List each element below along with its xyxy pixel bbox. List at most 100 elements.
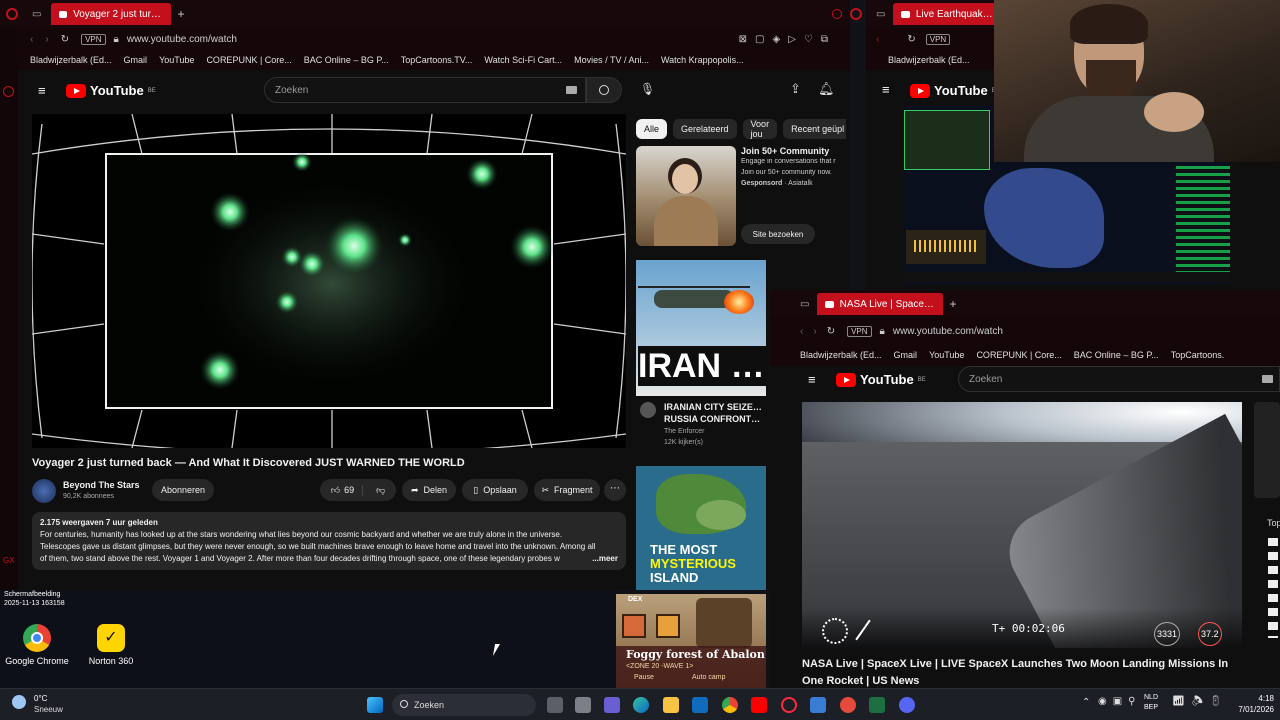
- channel-avatar[interactable]: [32, 479, 56, 503]
- more-actions-icon[interactable]: ⋯: [604, 479, 626, 501]
- task-view-icon[interactable]: [547, 697, 563, 713]
- keyboard-icon[interactable]: [1262, 375, 1273, 383]
- url-text[interactable]: www.youtube.com/watch: [127, 34, 237, 45]
- bookmark-item[interactable]: Watch Sci-Fi Cart...: [484, 55, 562, 65]
- desktop-icon-chrome[interactable]: Google Chrome: [2, 624, 72, 666]
- channel-name[interactable]: Beyond The Stars: [63, 480, 140, 490]
- clip-button[interactable]: ✂︎ Fragment: [534, 479, 600, 501]
- show-more-link[interactable]: ...meer: [592, 553, 618, 565]
- taskbar-search-input[interactable]: Zoeken: [392, 694, 536, 716]
- bookmark-item[interactable]: Bladwijzerbalk (Ed...: [888, 55, 970, 65]
- screenshot-file-label[interactable]: Schermafbeelding 2025-11-13 163158: [4, 590, 65, 608]
- video-player[interactable]: [32, 114, 626, 448]
- back-icon[interactable]: ‹: [30, 34, 33, 45]
- calculator-icon[interactable]: [575, 697, 591, 713]
- bookmark-item[interactable]: BAC Online – BG P...: [304, 55, 389, 65]
- visit-site-button[interactable]: Site bezoeken: [741, 224, 815, 244]
- edge-icon[interactable]: [633, 697, 649, 713]
- new-tab-plus-icon[interactable]: +: [177, 7, 184, 21]
- bookmark-item[interactable]: YouTube: [929, 350, 964, 360]
- rec-thumbnail-game[interactable]: DEX Foggy forest of Abalon <ZONE 20 -WAV…: [616, 594, 766, 688]
- search-icon[interactable]: [832, 9, 842, 19]
- desktop-icon-norton[interactable]: ✓ Norton 360: [76, 624, 146, 666]
- like-button[interactable]: 👍︎ 69: [323, 484, 364, 496]
- reload-icon[interactable]: ↻: [907, 34, 915, 45]
- ad-thumbnail[interactable]: [636, 146, 736, 246]
- chip-recent[interactable]: Recent geüpl: [783, 119, 846, 139]
- upload-icon[interactable]: ⇪: [790, 81, 801, 97]
- rec-title-line[interactable]: RUSSIA CONFRONTS U: [664, 414, 766, 424]
- calendar-app-icon[interactable]: [810, 697, 826, 713]
- tray-chevron-icon[interactable]: ⌃: [1082, 697, 1090, 708]
- new-tab-plus-icon[interactable]: +: [949, 297, 956, 311]
- share-button[interactable]: ➦ Delen: [402, 479, 456, 501]
- tab-earthquake[interactable]: Live Earthquake Mon: [893, 3, 1004, 25]
- nasa-side-thumbnail[interactable]: [1254, 402, 1280, 498]
- search-input[interactable]: Zoeken: [958, 366, 1280, 392]
- description-box[interactable]: 2.175 weergaven 7 uur geleden For centur…: [32, 512, 626, 570]
- hamburger-menu-icon[interactable]: ≡: [808, 372, 816, 387]
- weather-widget[interactable]: 0°C Sneeuw: [12, 693, 72, 717]
- tab-icon[interactable]: ▭: [876, 9, 885, 20]
- subscribe-button[interactable]: Abonneren: [152, 479, 214, 501]
- bookmark-item[interactable]: Gmail: [894, 350, 918, 360]
- bookmark-item[interactable]: Bladwijzerbalk (Ed...: [800, 350, 882, 360]
- keyboard-icon[interactable]: [566, 86, 577, 94]
- nasa-video-player[interactable]: T+ 00:02:06 3331 37.2: [802, 402, 1242, 648]
- sidebar-gx-icon[interactable]: GX: [3, 556, 15, 565]
- discord-icon[interactable]: [899, 697, 915, 713]
- reload-icon[interactable]: ↻: [827, 326, 835, 337]
- youtube-logo[interactable]: YouTube BE: [836, 372, 926, 387]
- save-button[interactable]: ▯ Opslaan: [462, 479, 528, 501]
- opera-gx-taskbar-icon[interactable]: [781, 697, 797, 713]
- clock[interactable]: 4:18 7/01/2026: [1214, 693, 1274, 715]
- bookmark-item[interactable]: COREPUNK | Core...: [206, 55, 291, 65]
- tray-icons[interactable]: ◉▣⚲: [1098, 696, 1142, 707]
- bookmark-item[interactable]: TopCartoons.: [1171, 350, 1225, 360]
- rec-thumbnail-iran[interactable]: IRAN PA: [636, 260, 766, 396]
- rec-channel-avatar[interactable]: [640, 402, 656, 418]
- opera-logo-icon[interactable]: [6, 8, 18, 20]
- tab-icon[interactable]: ▭: [800, 299, 809, 310]
- start-windows-icon[interactable]: [367, 697, 383, 713]
- file-explorer-icon[interactable]: [663, 697, 679, 713]
- thumbs-down-icon[interactable]: 👎︎: [368, 485, 393, 496]
- rec-thumbnail-island[interactable]: THE MOST MYSTERIOUS ISLAND: [636, 466, 766, 590]
- bookmark-item[interactable]: COREPUNK | Core...: [976, 350, 1061, 360]
- chip-all[interactable]: Alle: [636, 119, 668, 139]
- snipping-tool-icon[interactable]: [840, 697, 856, 713]
- toolbar-icons[interactable]: ⊠▢◈▷♡⧉: [739, 34, 836, 45]
- chip-for-you[interactable]: Voor jou: [742, 119, 778, 139]
- youtube-logo[interactable]: YouTube BE: [66, 83, 156, 98]
- vpn-badge[interactable]: VPN: [81, 33, 106, 45]
- excel-icon[interactable]: [869, 697, 885, 713]
- back-icon[interactable]: ‹: [876, 34, 879, 45]
- youtube-logo[interactable]: YouTube BE: [910, 83, 1000, 98]
- bookmark-item[interactable]: TopCartoons.TV...: [401, 55, 473, 65]
- search-input[interactable]: Zoeken: [264, 77, 586, 103]
- nasa-side-checkboxes[interactable]: [1268, 538, 1278, 638]
- bookmark-item[interactable]: YouTube: [159, 55, 194, 65]
- language-indicator[interactable]: NLD BEP: [1144, 693, 1158, 713]
- rec-title-line[interactable]: IRANIAN CITY SEIZED A: [664, 402, 766, 412]
- tab-nasa[interactable]: NASA Live | SpaceX Live |: [817, 293, 944, 315]
- teams-icon[interactable]: [604, 697, 620, 713]
- forward-icon[interactable]: ›: [813, 326, 816, 337]
- vpn-badge[interactable]: VPN: [925, 33, 951, 45]
- url-text[interactable]: www.youtube.com/watch: [893, 326, 1003, 337]
- tab-icon[interactable]: ▭: [32, 9, 41, 20]
- search-button[interactable]: [586, 77, 622, 103]
- bookmark-item[interactable]: Movies / TV / Ani...: [574, 55, 649, 65]
- sidebar-clock-icon[interactable]: [3, 86, 14, 97]
- back-icon[interactable]: ‹: [800, 326, 803, 337]
- ad-title[interactable]: Join 50+ Community: [741, 146, 829, 156]
- opera-logo-icon[interactable]: [850, 8, 862, 20]
- rec-channel[interactable]: The Enforcer: [664, 428, 704, 435]
- chip-related[interactable]: Gerelateerd: [673, 119, 737, 139]
- tab-voyager[interactable]: Voyager 2 just turned back: [51, 3, 172, 25]
- outlook-icon[interactable]: [692, 697, 708, 713]
- hamburger-menu-icon[interactable]: ≡: [38, 83, 46, 98]
- bookmark-item[interactable]: Bladwijzerbalk (Ed...: [30, 55, 112, 65]
- bookmark-item[interactable]: BAC Online – BG P...: [1074, 350, 1159, 360]
- bookmark-item[interactable]: Watch Krappopolis...: [661, 55, 744, 65]
